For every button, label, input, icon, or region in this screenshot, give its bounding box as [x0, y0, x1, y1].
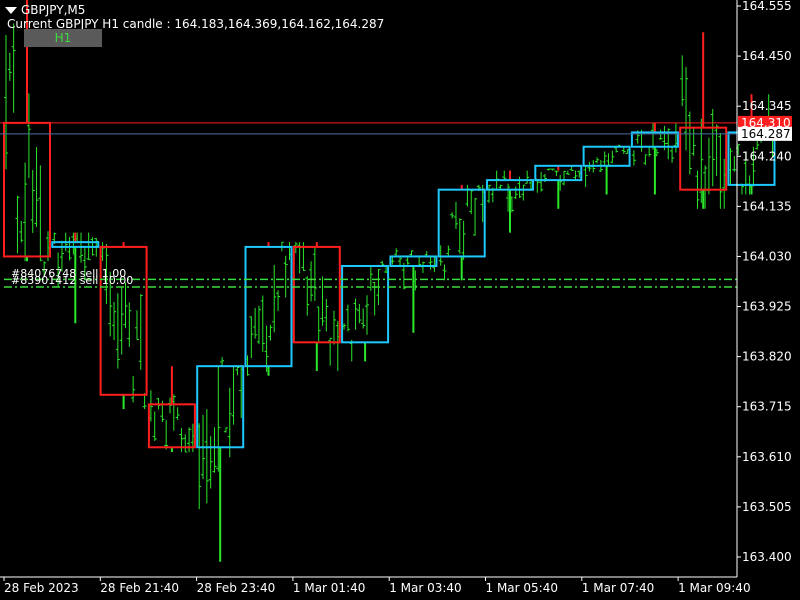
- y-tick-label: 163.400: [742, 550, 792, 564]
- y-tick-label: 163.925: [742, 300, 792, 314]
- axes-layer: 164.555 164.450 164.345 164.240 164.135 164.0…: [0, 0, 792, 595]
- y-tick-label: 164.345: [742, 99, 792, 113]
- h1-bull-box: [341, 264, 390, 344]
- x-tick-label: 28 Feb 23:40: [197, 581, 276, 595]
- x-tick-label: 1 Mar 09:40: [678, 581, 751, 595]
- x-tick-label: 28 Feb 2023: [4, 581, 79, 595]
- chart-canvas: 164.555 164.450 164.345 164.240 164.135 164.0…: [0, 0, 792, 595]
- h1-bull-box: [51, 241, 100, 248]
- x-tick-label: 1 Mar 07:40: [582, 581, 655, 595]
- y-tick-label: 163.610: [742, 450, 792, 464]
- x-tick-label: 1 Mar 01:40: [293, 581, 366, 595]
- y-tick-label: 164.240: [742, 149, 792, 163]
- h1-bull-box: [196, 365, 245, 449]
- y-tick-label: 164.135: [742, 199, 792, 213]
- bid-price-label: 164.287: [741, 127, 791, 141]
- y-tick-label: 163.505: [742, 500, 792, 514]
- y-tick-label: 164.030: [742, 249, 792, 263]
- h1-bear-box: [147, 403, 196, 449]
- collapse-triangle-icon[interactable]: [5, 7, 17, 14]
- x-tick-label: 28 Feb 21:40: [100, 581, 179, 595]
- h1-bull-box: [437, 188, 486, 258]
- x-tick-label: 1 Mar 03:40: [389, 581, 462, 595]
- h1-bear-box: [292, 245, 341, 344]
- h1-bull-box: [244, 245, 293, 368]
- symbol-title: GBPJPY,M5: [5, 3, 85, 17]
- y-tick-label: 164.555: [742, 0, 792, 13]
- y-tick-label: 163.715: [742, 400, 792, 414]
- x-tick-label: 1 Mar 05:40: [486, 581, 559, 595]
- y-tick-label: 163.820: [742, 350, 792, 364]
- h1-bull-box: [486, 179, 534, 191]
- timeframe-h1-button[interactable]: H1: [24, 29, 102, 47]
- h1-bull-box: [630, 131, 679, 148]
- symbol-text: GBPJPY,M5: [21, 3, 86, 17]
- order-label: #83901412 sell 10.00: [11, 274, 134, 287]
- h1-bear-box: [3, 121, 51, 258]
- h1-bull-box: [389, 255, 438, 267]
- y-tick-label: 164.450: [742, 49, 792, 63]
